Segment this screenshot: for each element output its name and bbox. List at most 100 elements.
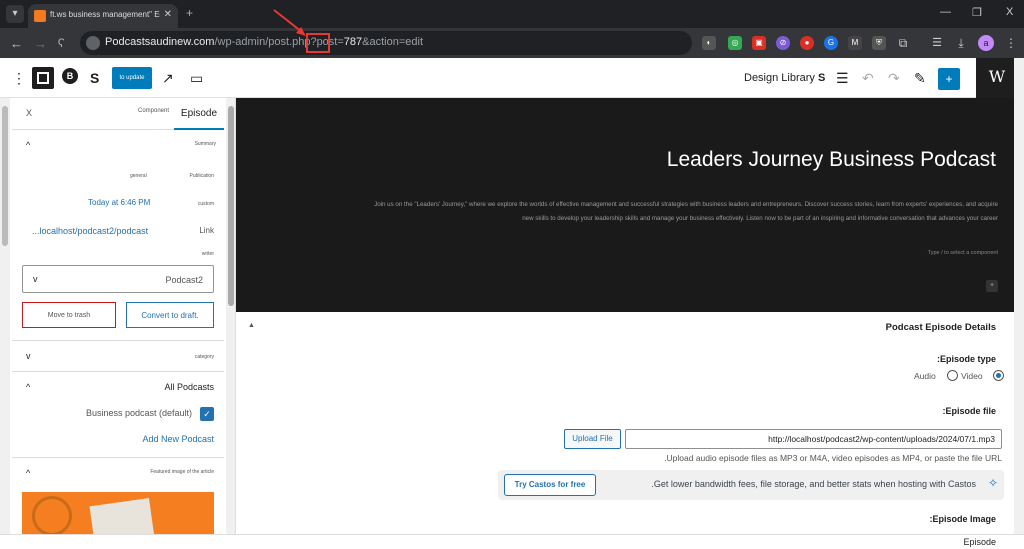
close-window-icon[interactable]: X <box>1006 6 1013 18</box>
reload-icon[interactable]: Ҁ <box>58 37 65 47</box>
site-info-icon[interactable] <box>86 36 100 50</box>
publication-label: Publication <box>189 173 214 179</box>
move-to-trash-button[interactable]: Move to trash <box>22 302 116 328</box>
maximize-icon[interactable]: ❐ <box>972 6 982 19</box>
browser-toolbar: ← → Ҁ Podcastsaudinew.com/wp-admin/post.… <box>0 28 1024 58</box>
episode-file-label: :Episode file <box>942 406 996 416</box>
sidebar-scrollbar-left[interactable] <box>0 98 10 534</box>
video-label: Video <box>961 371 983 381</box>
extension-icon[interactable]: ● <box>800 36 814 50</box>
audio-radio[interactable] <box>993 370 1004 381</box>
hero-description-line: new skills to develop your leadership sk… <box>522 215 998 222</box>
browser-tab[interactable]: ft.ws business management" Edit Episode … <box>28 4 178 28</box>
profile-avatar[interactable]: a <box>978 35 994 51</box>
hero-description-line: Join us on the "Leaders' Journey," where… <box>374 201 998 208</box>
breadcrumb-episode[interactable]: Episode <box>963 537 996 547</box>
wordpress-logo[interactable]: W <box>976 58 1018 98</box>
extension-icon[interactable]: ◐ <box>702 36 716 50</box>
add-block-button[interactable]: + <box>986 280 998 292</box>
episode-type-label: :Episode type <box>936 354 996 364</box>
design-library-button[interactable]: Design Library S <box>744 72 825 84</box>
tab-component[interactable]: Component <box>138 108 169 114</box>
episode-file-input[interactable]: http://localhost/podcast2/wp-content/upl… <box>625 429 1002 449</box>
castos-promo-text: .Get lower bandwidth fees, file storage,… <box>651 479 976 489</box>
featured-image-thumbnail[interactable] <box>22 492 214 534</box>
chevron-up-icon[interactable]: ^ <box>26 468 30 478</box>
close-sidebar-icon[interactable]: X <box>26 108 32 118</box>
sidebar-toggle-button[interactable] <box>32 67 54 89</box>
site-favicon-icon <box>34 10 46 22</box>
permalink-link[interactable]: ...localhost/podcast2/podcast <box>32 226 148 236</box>
extension-icon[interactable]: ⊘ <box>776 36 790 50</box>
writer-label: writer <box>201 251 214 257</box>
undo-icon[interactable]: ↶ <box>862 70 874 87</box>
blocksy-icon[interactable]: B <box>62 68 78 84</box>
forward-icon[interactable]: → <box>34 36 47 51</box>
back-icon[interactable]: ← <box>10 36 23 51</box>
options-icon[interactable]: ⋮ <box>12 70 26 87</box>
chevron-up-icon[interactable]: ^ <box>26 140 30 150</box>
tab-title: ft.ws business management" Edit Episode <box>50 10 160 19</box>
video-radio[interactable] <box>947 370 958 381</box>
convert-to-draft-button[interactable]: Convert to draft. <box>126 302 214 328</box>
extension-icon[interactable]: M <box>848 36 862 50</box>
url-text: Podcastsaudinew.com/wp-admin/post.php?po… <box>105 36 423 48</box>
template-value: Podcast2 <box>165 275 203 285</box>
sidebar-scrollbar[interactable] <box>226 98 235 534</box>
extension-icon[interactable]: ▣ <box>752 36 766 50</box>
settings-sidebar: X Component Episode ^ Summary general Pu… <box>0 98 236 534</box>
chevron-down-icon: v <box>26 351 31 361</box>
block-placeholder-hint[interactable]: Type / to select a component <box>928 250 998 256</box>
url-host: Podcastsaudinew.com <box>105 36 215 48</box>
custom-label: custom <box>197 201 214 207</box>
view-post-icon[interactable]: ↗ <box>162 70 174 87</box>
metabox-title[interactable]: Podcast Episode Details <box>886 322 996 333</box>
stackable-icon[interactable]: S <box>90 70 99 86</box>
chevron-up-icon[interactable]: ^ <box>26 382 30 392</box>
category-heading: category <box>194 354 214 360</box>
summary-heading[interactable]: Summary <box>195 141 216 147</box>
address-bar[interactable]: Podcastsaudinew.com/wp-admin/post.php?po… <box>80 31 692 55</box>
upload-file-button[interactable]: Upload File <box>564 429 621 449</box>
redo-icon[interactable]: ↷ <box>888 70 900 87</box>
podcasts-panel: ^ All Podcasts Business podcast (default… <box>12 372 224 458</box>
design-library-icon: S <box>817 72 826 84</box>
reading-list-icon[interactable]: ☰ <box>930 36 944 50</box>
new-tab-button[interactable]: + <box>186 6 193 20</box>
featured-image-graphic <box>32 496 72 534</box>
list-view-icon[interactable]: ☰ <box>836 70 849 87</box>
add-new-podcast-link[interactable]: Add New Podcast <box>142 434 214 444</box>
template-select[interactable]: v Podcast2 <box>22 265 214 293</box>
canvas-scrollbar[interactable] <box>1014 58 1024 534</box>
tab-episode[interactable]: Episode <box>174 98 224 130</box>
business-podcast-checkbox[interactable]: ✓ <box>200 407 214 421</box>
publish-date-link[interactable]: Today at 6:46 PM <box>88 198 150 207</box>
extension-icon[interactable]: ◎ <box>728 36 742 50</box>
extension-icon[interactable]: G <box>824 36 838 50</box>
shield-icon[interactable]: ⛨ <box>872 36 886 50</box>
tab-close-icon[interactable]: ✕ <box>164 9 172 20</box>
general-label: general <box>130 173 147 179</box>
hero-description[interactable]: Join us on the "Leaders' Journey," where… <box>292 198 998 226</box>
try-castos-button[interactable]: Try Castos for free <box>504 474 596 496</box>
url-post-id: 787 <box>343 36 363 48</box>
update-button[interactable]: to update <box>112 67 152 89</box>
extensions-puzzle-icon[interactable]: ⧉ <box>896 36 910 50</box>
browser-menu-icon[interactable]: ⋮ <box>1004 36 1018 50</box>
preview-icon[interactable]: ▭ <box>190 70 203 87</box>
minimize-icon[interactable]: — <box>940 6 951 18</box>
featured-image-heading[interactable]: Featured image of the article <box>150 469 214 475</box>
tools-pen-icon[interactable]: ✎ <box>914 70 926 87</box>
browser-tab-bar: ▾ ft.ws business management" Edit Episod… <box>0 0 1024 28</box>
cover-block[interactable]: Leaders Journey Business Podcast Join us… <box>236 98 1014 312</box>
download-icon[interactable]: ⤓ <box>954 36 968 50</box>
editor-toolbar: ⋮ B S to update ↗ ▭ Design Library S ☰ ↶… <box>0 58 1024 98</box>
all-podcasts-heading[interactable]: All Podcasts <box>164 382 214 392</box>
hero-title[interactable]: Leaders Journey Business Podcast <box>667 148 996 172</box>
block-inserter-button[interactable]: + <box>938 68 960 90</box>
episode-file-help: .Upload audio episode files as MP3 or M4… <box>664 453 1002 463</box>
audio-label: Audio <box>914 371 936 381</box>
tab-search-button[interactable]: ▾ <box>6 5 24 23</box>
collapse-meta-icon[interactable]: ▲ <box>248 322 255 329</box>
category-panel[interactable]: v category <box>12 340 224 372</box>
